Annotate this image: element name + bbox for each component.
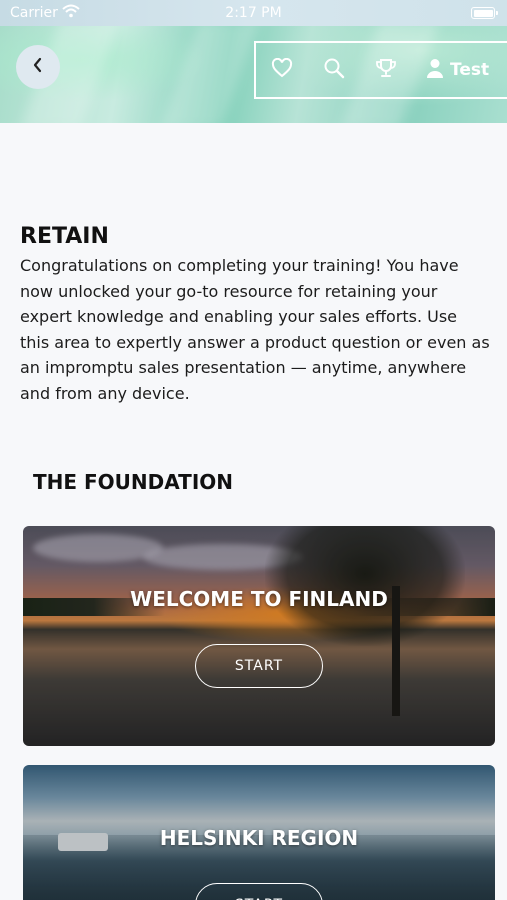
aurora-streak	[159, 20, 261, 123]
back-chevron-icon	[32, 57, 44, 78]
status-time: 2:17 PM	[225, 5, 282, 21]
heart-icon	[271, 57, 293, 83]
search-button[interactable]	[308, 43, 360, 97]
start-button[interactable]: START	[195, 644, 323, 688]
search-icon	[323, 57, 345, 84]
status-bar: Carrier 2:17 PM	[0, 0, 507, 26]
card-overlay	[23, 526, 495, 746]
user-icon	[426, 58, 444, 83]
card-title: WELCOME TO FINLAND	[130, 587, 388, 611]
section-title: RETAIN	[20, 224, 109, 249]
user-profile-button[interactable]: Test	[412, 58, 489, 83]
achievements-button[interactable]	[360, 43, 412, 97]
card-title: HELSINKI REGION	[159, 826, 359, 850]
favorites-button[interactable]	[256, 43, 308, 97]
section-description: Congratulations on completing your train…	[20, 256, 490, 403]
course-card[interactable]: WELCOME TO FINLAND START	[23, 526, 495, 746]
battery-icon	[471, 7, 498, 19]
trophy-icon	[375, 57, 397, 84]
user-name: Test	[450, 60, 490, 80]
foundation-heading: THE FOUNDATION	[33, 470, 233, 494]
course-card[interactable]: HELSINKI REGION START	[23, 765, 495, 900]
header-nav: Test	[254, 41, 507, 99]
back-button[interactable]	[16, 45, 60, 89]
start-button[interactable]: START	[195, 883, 323, 900]
